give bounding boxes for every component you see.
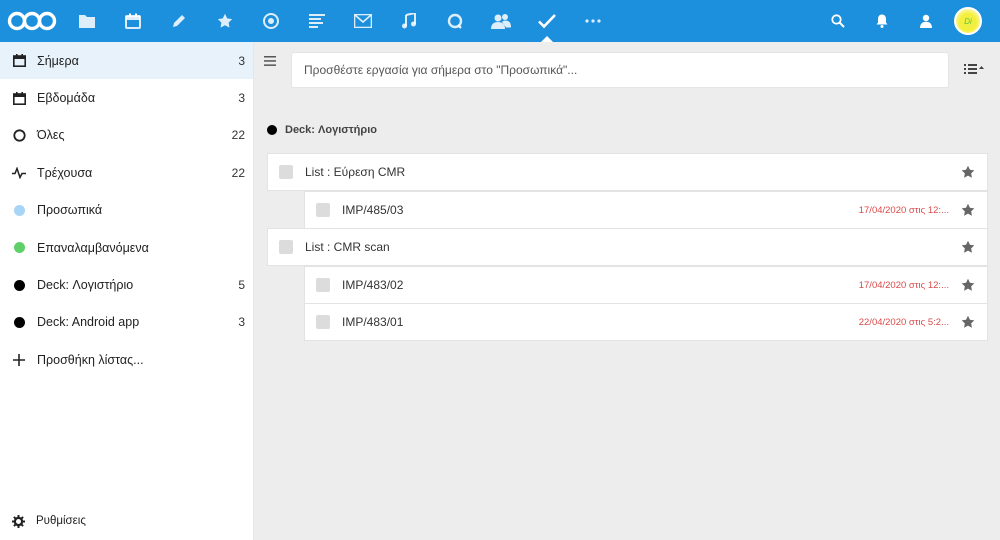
sidebar-item-count: 22	[231, 128, 245, 143]
header-right: Di	[816, 0, 1000, 42]
task-checkbox[interactable]	[316, 203, 330, 217]
hamburger-menu-icon[interactable]	[264, 54, 278, 68]
sidebar-item-label: Όλες	[37, 128, 65, 143]
task-row[interactable]: IMP/483/01 22/04/2020 στις 5:2...	[304, 303, 988, 341]
task-due-date: 17/04/2020 στις 12:...	[858, 204, 949, 216]
pencil-icon[interactable]	[156, 0, 202, 42]
sidebar-item-label: Εβδομάδα	[37, 91, 96, 106]
star-icon[interactable]	[961, 315, 975, 329]
files-icon[interactable]	[64, 0, 110, 42]
settings-label: Ρυθμίσεις	[36, 515, 86, 527]
task-due-date: 17/04/2020 στις 12:...	[858, 279, 949, 291]
sidebar-item-label: Deck: Λογιστήριο	[37, 278, 134, 293]
sidebar-item-label: Επαναλαμβανόμενα	[37, 240, 149, 255]
settings-button[interactable]: Ρυθμίσεις	[0, 502, 253, 540]
task-title: List : CMR scan	[305, 240, 390, 254]
calendar-icon[interactable]	[110, 0, 156, 42]
task-row[interactable]: List : Εύρεση CMR	[267, 153, 988, 191]
plus-icon	[12, 353, 26, 367]
sidebar-item-current[interactable]: Τρέχουσα 22	[0, 154, 253, 191]
task-due-date: 22/04/2020 στις 5:2...	[858, 316, 949, 328]
sidebar-item-label: Τρέχουσα	[37, 165, 93, 180]
sidebar-item-count: 3	[238, 315, 245, 330]
avatar-initials: Di	[964, 16, 972, 26]
music-icon[interactable]	[386, 0, 432, 42]
main-content: Deck: Λογιστήριο List : Εύρεση CMR IMP/4…	[254, 42, 1000, 540]
sidebar: Σήμερα 3 Εβδομάδα 3 Όλες 22 Τρέχουσα 22 …	[0, 42, 254, 540]
task-row[interactable]: List : CMR scan	[267, 228, 988, 266]
task-checkbox[interactable]	[279, 165, 293, 179]
avatar[interactable]: Di	[954, 7, 982, 35]
notes-icon[interactable]	[294, 0, 340, 42]
sidebar-item-recurring[interactable]: Επαναλαμβανόμενα	[0, 229, 253, 266]
gear-icon	[11, 514, 25, 528]
task-title: IMP/483/01	[342, 315, 404, 329]
pulse-icon	[12, 166, 26, 180]
task-checkbox[interactable]	[316, 315, 330, 329]
task-row[interactable]: IMP/483/02 17/04/2020 στις 12:...	[304, 266, 988, 304]
circle-outline-icon	[12, 128, 26, 142]
more-icon[interactable]	[570, 0, 616, 42]
star-icon[interactable]	[961, 203, 975, 217]
task-title: List : Εύρεση CMR	[305, 165, 406, 179]
nextcloud-logo[interactable]	[0, 0, 64, 42]
sidebar-item-count: 5	[238, 278, 245, 293]
sidebar-item-today[interactable]: Σήμερα 3	[0, 42, 253, 80]
sidebar-item-deck-android[interactable]: Deck: Android app 3	[0, 304, 253, 341]
dot-icon	[12, 203, 26, 217]
sidebar-item-count: 3	[238, 53, 245, 68]
sidebar-item-label: Προσωπικά	[37, 203, 103, 218]
mail-icon[interactable]	[340, 0, 386, 42]
task-title: IMP/485/03	[342, 203, 404, 217]
sidebar-item-label: Προσθήκη λίστας...	[37, 352, 144, 367]
sort-order-icon[interactable]	[964, 63, 984, 77]
sidebar-item-deck-accounting[interactable]: Deck: Λογιστήριο 5	[0, 266, 253, 303]
task-row[interactable]: IMP/485/03 17/04/2020 στις 12:...	[304, 191, 988, 229]
sidebar-item-personal[interactable]: Προσωπικά	[0, 192, 253, 229]
dot-icon	[12, 278, 26, 292]
search-icon[interactable]	[816, 0, 860, 42]
sidebar-item-label: Deck: Android app	[37, 315, 140, 330]
top-bar: Di	[0, 0, 1000, 42]
dot-icon	[12, 315, 26, 329]
activity-icon[interactable]	[248, 0, 294, 42]
calendar-today-icon	[12, 54, 26, 68]
sidebar-item-count: 3	[238, 91, 245, 106]
list-heading: Deck: Λογιστήριο	[267, 124, 377, 136]
task-checkbox[interactable]	[279, 240, 293, 254]
sidebar-item-count: 22	[231, 165, 245, 180]
contacts-icon[interactable]	[478, 0, 524, 42]
sidebar-item-week[interactable]: Εβδομάδα 3	[0, 79, 253, 116]
star-icon[interactable]	[961, 278, 975, 292]
app-menu	[64, 0, 616, 42]
star-icon[interactable]	[961, 240, 975, 254]
task-checkbox[interactable]	[316, 278, 330, 292]
add-list-button[interactable]: Προσθήκη λίστας...	[0, 341, 253, 378]
list-color-dot	[267, 125, 277, 135]
tasks-icon[interactable]	[524, 0, 570, 42]
add-task-input[interactable]	[291, 52, 949, 88]
calendar-week-icon	[12, 91, 26, 105]
list-title: Deck: Λογιστήριο	[285, 124, 377, 136]
star-icon[interactable]	[961, 165, 975, 179]
contacts-menu-icon[interactable]	[904, 0, 948, 42]
bell-icon[interactable]	[860, 0, 904, 42]
sidebar-item-all[interactable]: Όλες 22	[0, 117, 253, 154]
talk-icon[interactable]	[432, 0, 478, 42]
star-icon[interactable]	[202, 0, 248, 42]
dot-icon	[12, 241, 26, 255]
task-title: IMP/483/02	[342, 278, 404, 292]
sidebar-item-label: Σήμερα	[37, 53, 79, 68]
